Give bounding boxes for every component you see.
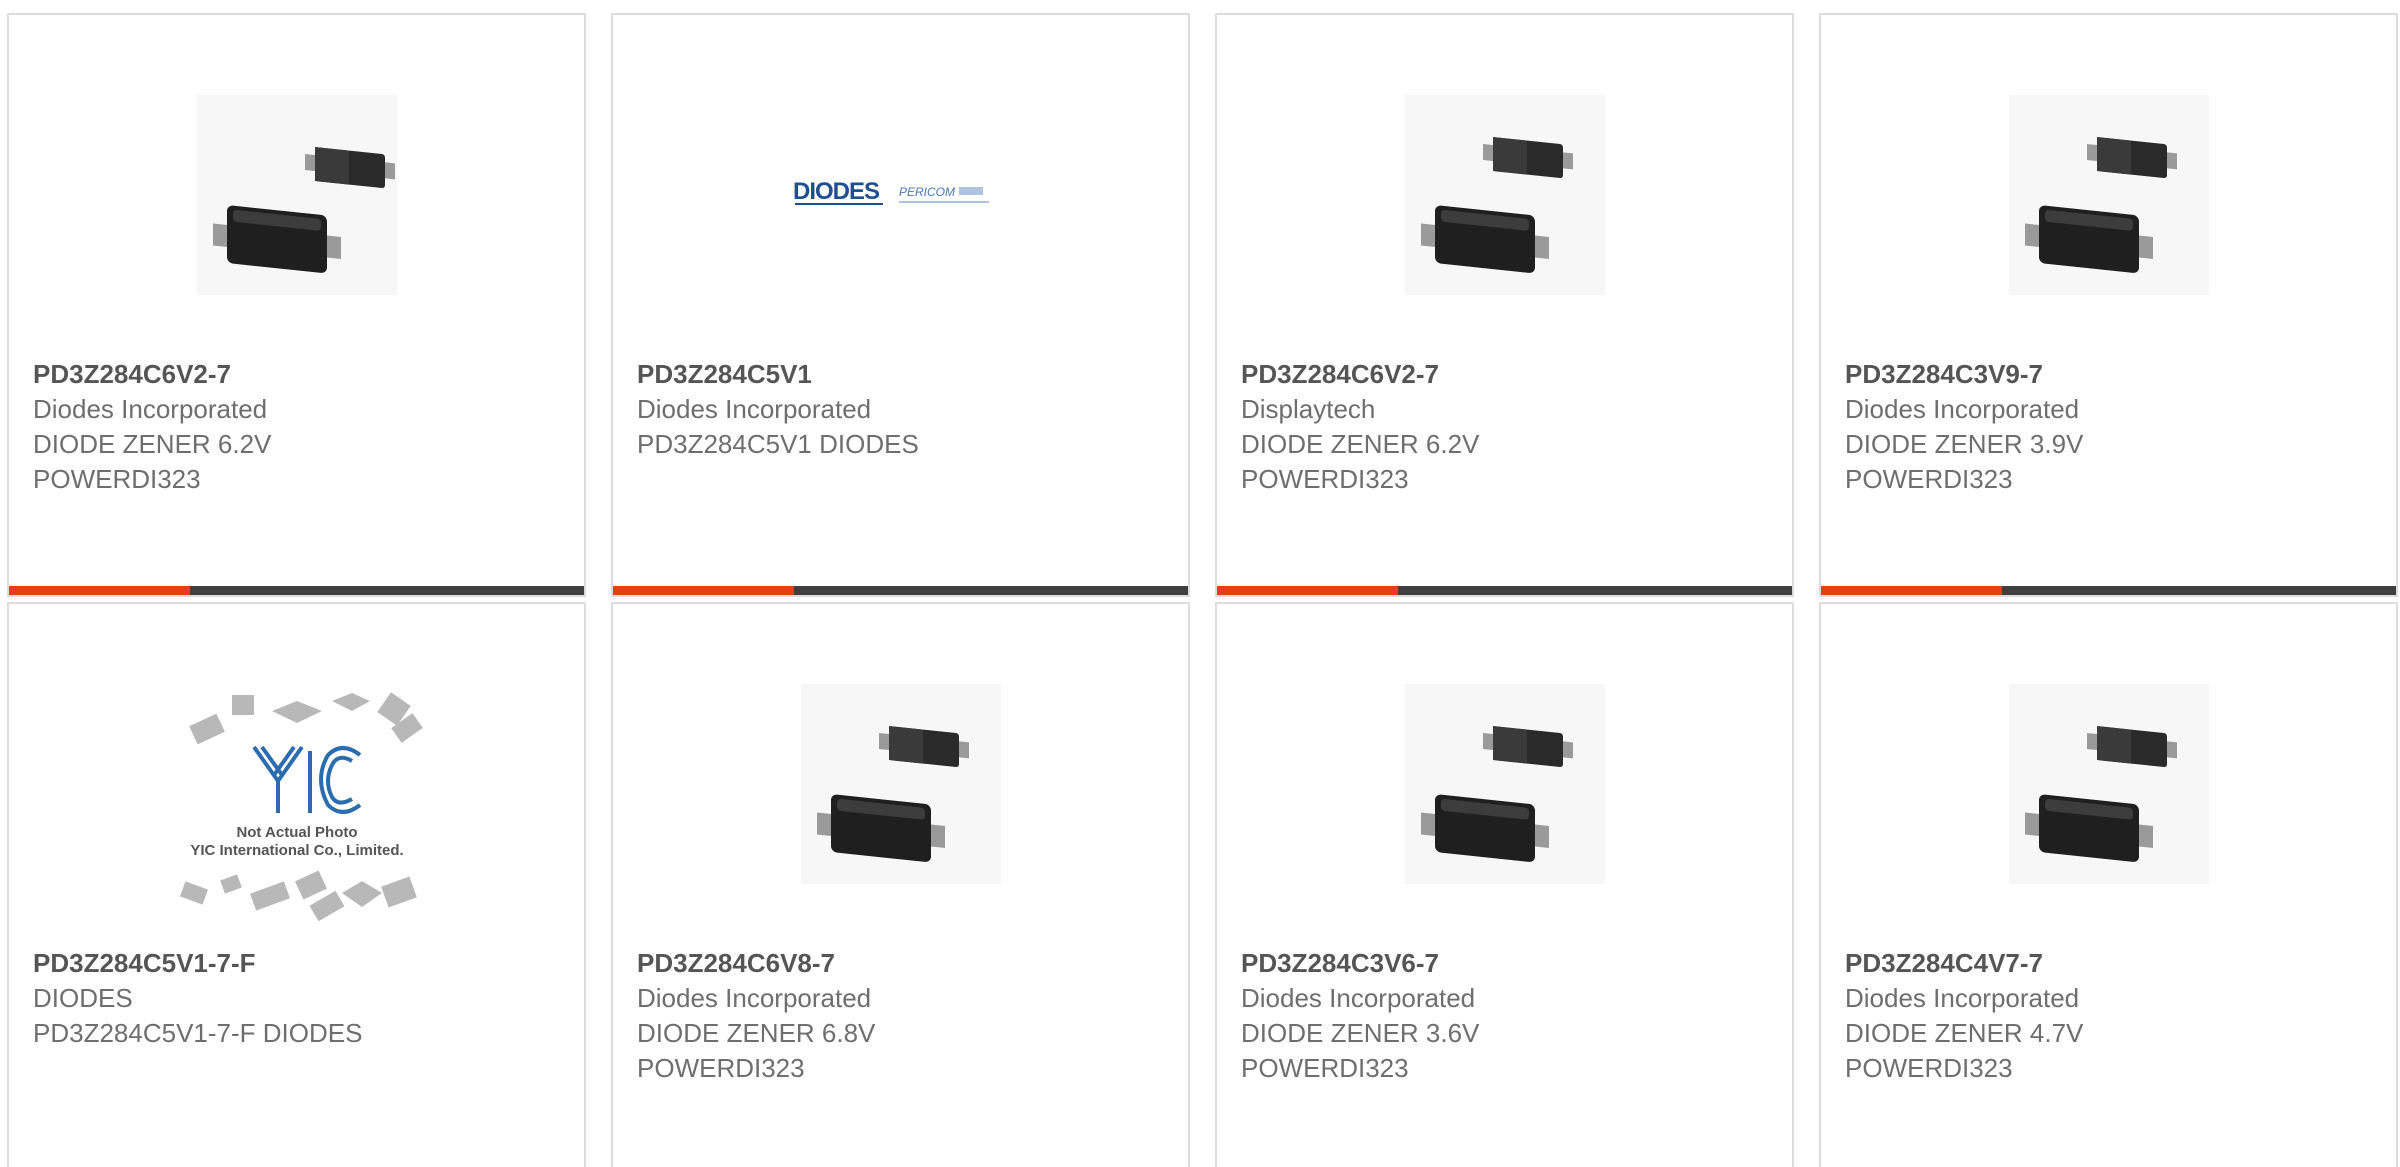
- product-info: PD3Z284C6V2-7 Diodes Incorporated DIODE …: [33, 357, 564, 497]
- product-image[interactable]: [1821, 75, 2396, 315]
- manufacturer: Diodes Incorporated: [1241, 983, 1476, 1013]
- description: PD3Z284C5V1 DIODES: [637, 429, 919, 459]
- part-number[interactable]: PD3Z284C3V6-7: [1241, 946, 1772, 981]
- description: DIODE ZENER 6.2V: [33, 429, 272, 459]
- product-card[interactable]: PD3Z284C6V2-7 Diodes Incorporated DIODE …: [7, 13, 586, 597]
- package: POWERDI323: [1845, 464, 2013, 494]
- card-accent-bar: [1821, 586, 2002, 595]
- card-bottom-bar: [1217, 586, 1792, 595]
- product-card[interactable]: PD3Z284C4V7-7 Diodes Incorporated DIODE …: [1819, 602, 2398, 1167]
- card-accent-bar: [1217, 586, 1398, 595]
- description: PD3Z284C5V1-7-F DIODES: [33, 1018, 363, 1048]
- diodes-logo-text: DIODES: [793, 178, 880, 205]
- manufacturer: Diodes Incorporated: [1845, 983, 2080, 1013]
- manufacturer: Diodes Incorporated: [1845, 394, 2080, 424]
- pericom-logo-text: PERICOM: [899, 185, 955, 199]
- description: DIODE ZENER 3.6V: [1241, 1018, 1480, 1048]
- manufacturer: Displaytech: [1241, 394, 1376, 424]
- product-card[interactable]: DIODES PERICOM PD3Z284C5V1 Diodes Incorp…: [611, 13, 1190, 597]
- card-accent-bar: [613, 586, 794, 595]
- product-card[interactable]: PD3Z284C6V2-7 Displaytech DIODE ZENER 6.…: [1215, 13, 1794, 597]
- product-info: PD3Z284C6V2-7 Displaytech DIODE ZENER 6.…: [1241, 357, 1772, 497]
- part-number[interactable]: PD3Z284C6V8-7: [637, 946, 1168, 981]
- description: DIODE ZENER 6.8V: [637, 1018, 876, 1048]
- product-image[interactable]: [1217, 664, 1792, 904]
- package: POWERDI323: [33, 464, 201, 494]
- product-image[interactable]: [1821, 664, 2396, 904]
- not-actual-photo-placeholder: Not Actual Photo YIC International Co., …: [179, 692, 423, 922]
- not-actual-photo-text: Not Actual Photo: [236, 824, 357, 841]
- product-image[interactable]: DIODES PERICOM: [613, 75, 1188, 315]
- product-info: PD3Z284C5V1 Diodes Incorporated PD3Z284C…: [637, 357, 1168, 462]
- product-grid: PD3Z284C6V2-7 Diodes Incorporated DIODE …: [0, 0, 2400, 1167]
- card-bottom-bar: [1821, 586, 2396, 595]
- card-bottom-bar: [9, 586, 584, 595]
- package: POWERDI323: [1241, 464, 1409, 494]
- description: DIODE ZENER 3.9V: [1845, 429, 2084, 459]
- yic-international-text: YIC International Co., Limited.: [190, 842, 403, 859]
- diodes-pericom-logo: DIODES PERICOM: [793, 178, 989, 205]
- description: DIODE ZENER 4.7V: [1845, 1018, 2084, 1048]
- manufacturer: Diodes Incorporated: [637, 394, 872, 424]
- manufacturer: Diodes Incorporated: [33, 394, 268, 424]
- product-info: PD3Z284C4V7-7 Diodes Incorporated DIODE …: [1845, 946, 2376, 1086]
- product-image[interactable]: [1217, 75, 1792, 315]
- diode-package-icon: [1404, 684, 1605, 884]
- product-card[interactable]: PD3Z284C6V8-7 Diodes Incorporated DIODE …: [611, 602, 1190, 1167]
- manufacturer: Diodes Incorporated: [637, 983, 872, 1013]
- diode-package-icon: [1404, 95, 1605, 295]
- product-image[interactable]: Not Actual Photo YIC International Co., …: [9, 684, 584, 934]
- part-number[interactable]: PD3Z284C3V9-7: [1845, 357, 2376, 392]
- card-accent-bar: [9, 586, 190, 595]
- part-number[interactable]: PD3Z284C5V1-7-F: [33, 946, 564, 981]
- product-card[interactable]: PD3Z284C3V6-7 Diodes Incorporated DIODE …: [1215, 602, 1794, 1167]
- product-image[interactable]: [9, 75, 584, 315]
- package: POWERDI323: [1241, 1053, 1409, 1083]
- diode-package-icon: [2008, 684, 2209, 884]
- diode-package-icon: [2008, 95, 2209, 295]
- product-card[interactable]: Not Actual Photo YIC International Co., …: [7, 602, 586, 1167]
- part-number[interactable]: PD3Z284C4V7-7: [1845, 946, 2376, 981]
- part-number[interactable]: PD3Z284C5V1: [637, 357, 1168, 392]
- product-image[interactable]: [613, 664, 1188, 904]
- manufacturer: DIODES: [33, 983, 133, 1013]
- diode-package-icon: [800, 684, 1001, 884]
- package: POWERDI323: [637, 1053, 805, 1083]
- part-number[interactable]: PD3Z284C6V2-7: [33, 357, 564, 392]
- diode-package-icon: [196, 95, 397, 295]
- product-info: PD3Z284C3V6-7 Diodes Incorporated DIODE …: [1241, 946, 1772, 1086]
- yic-logo-icon: [251, 745, 361, 814]
- product-info: PD3Z284C6V8-7 Diodes Incorporated DIODE …: [637, 946, 1168, 1086]
- description: DIODE ZENER 6.2V: [1241, 429, 1480, 459]
- package: POWERDI323: [1845, 1053, 2013, 1083]
- product-info: PD3Z284C3V9-7 Diodes Incorporated DIODE …: [1845, 357, 2376, 497]
- product-info: PD3Z284C5V1-7-F DIODES PD3Z284C5V1-7-F D…: [33, 946, 564, 1051]
- product-card[interactable]: PD3Z284C3V9-7 Diodes Incorporated DIODE …: [1819, 13, 2398, 597]
- card-bottom-bar: [613, 586, 1188, 595]
- part-number[interactable]: PD3Z284C6V2-7: [1241, 357, 1772, 392]
